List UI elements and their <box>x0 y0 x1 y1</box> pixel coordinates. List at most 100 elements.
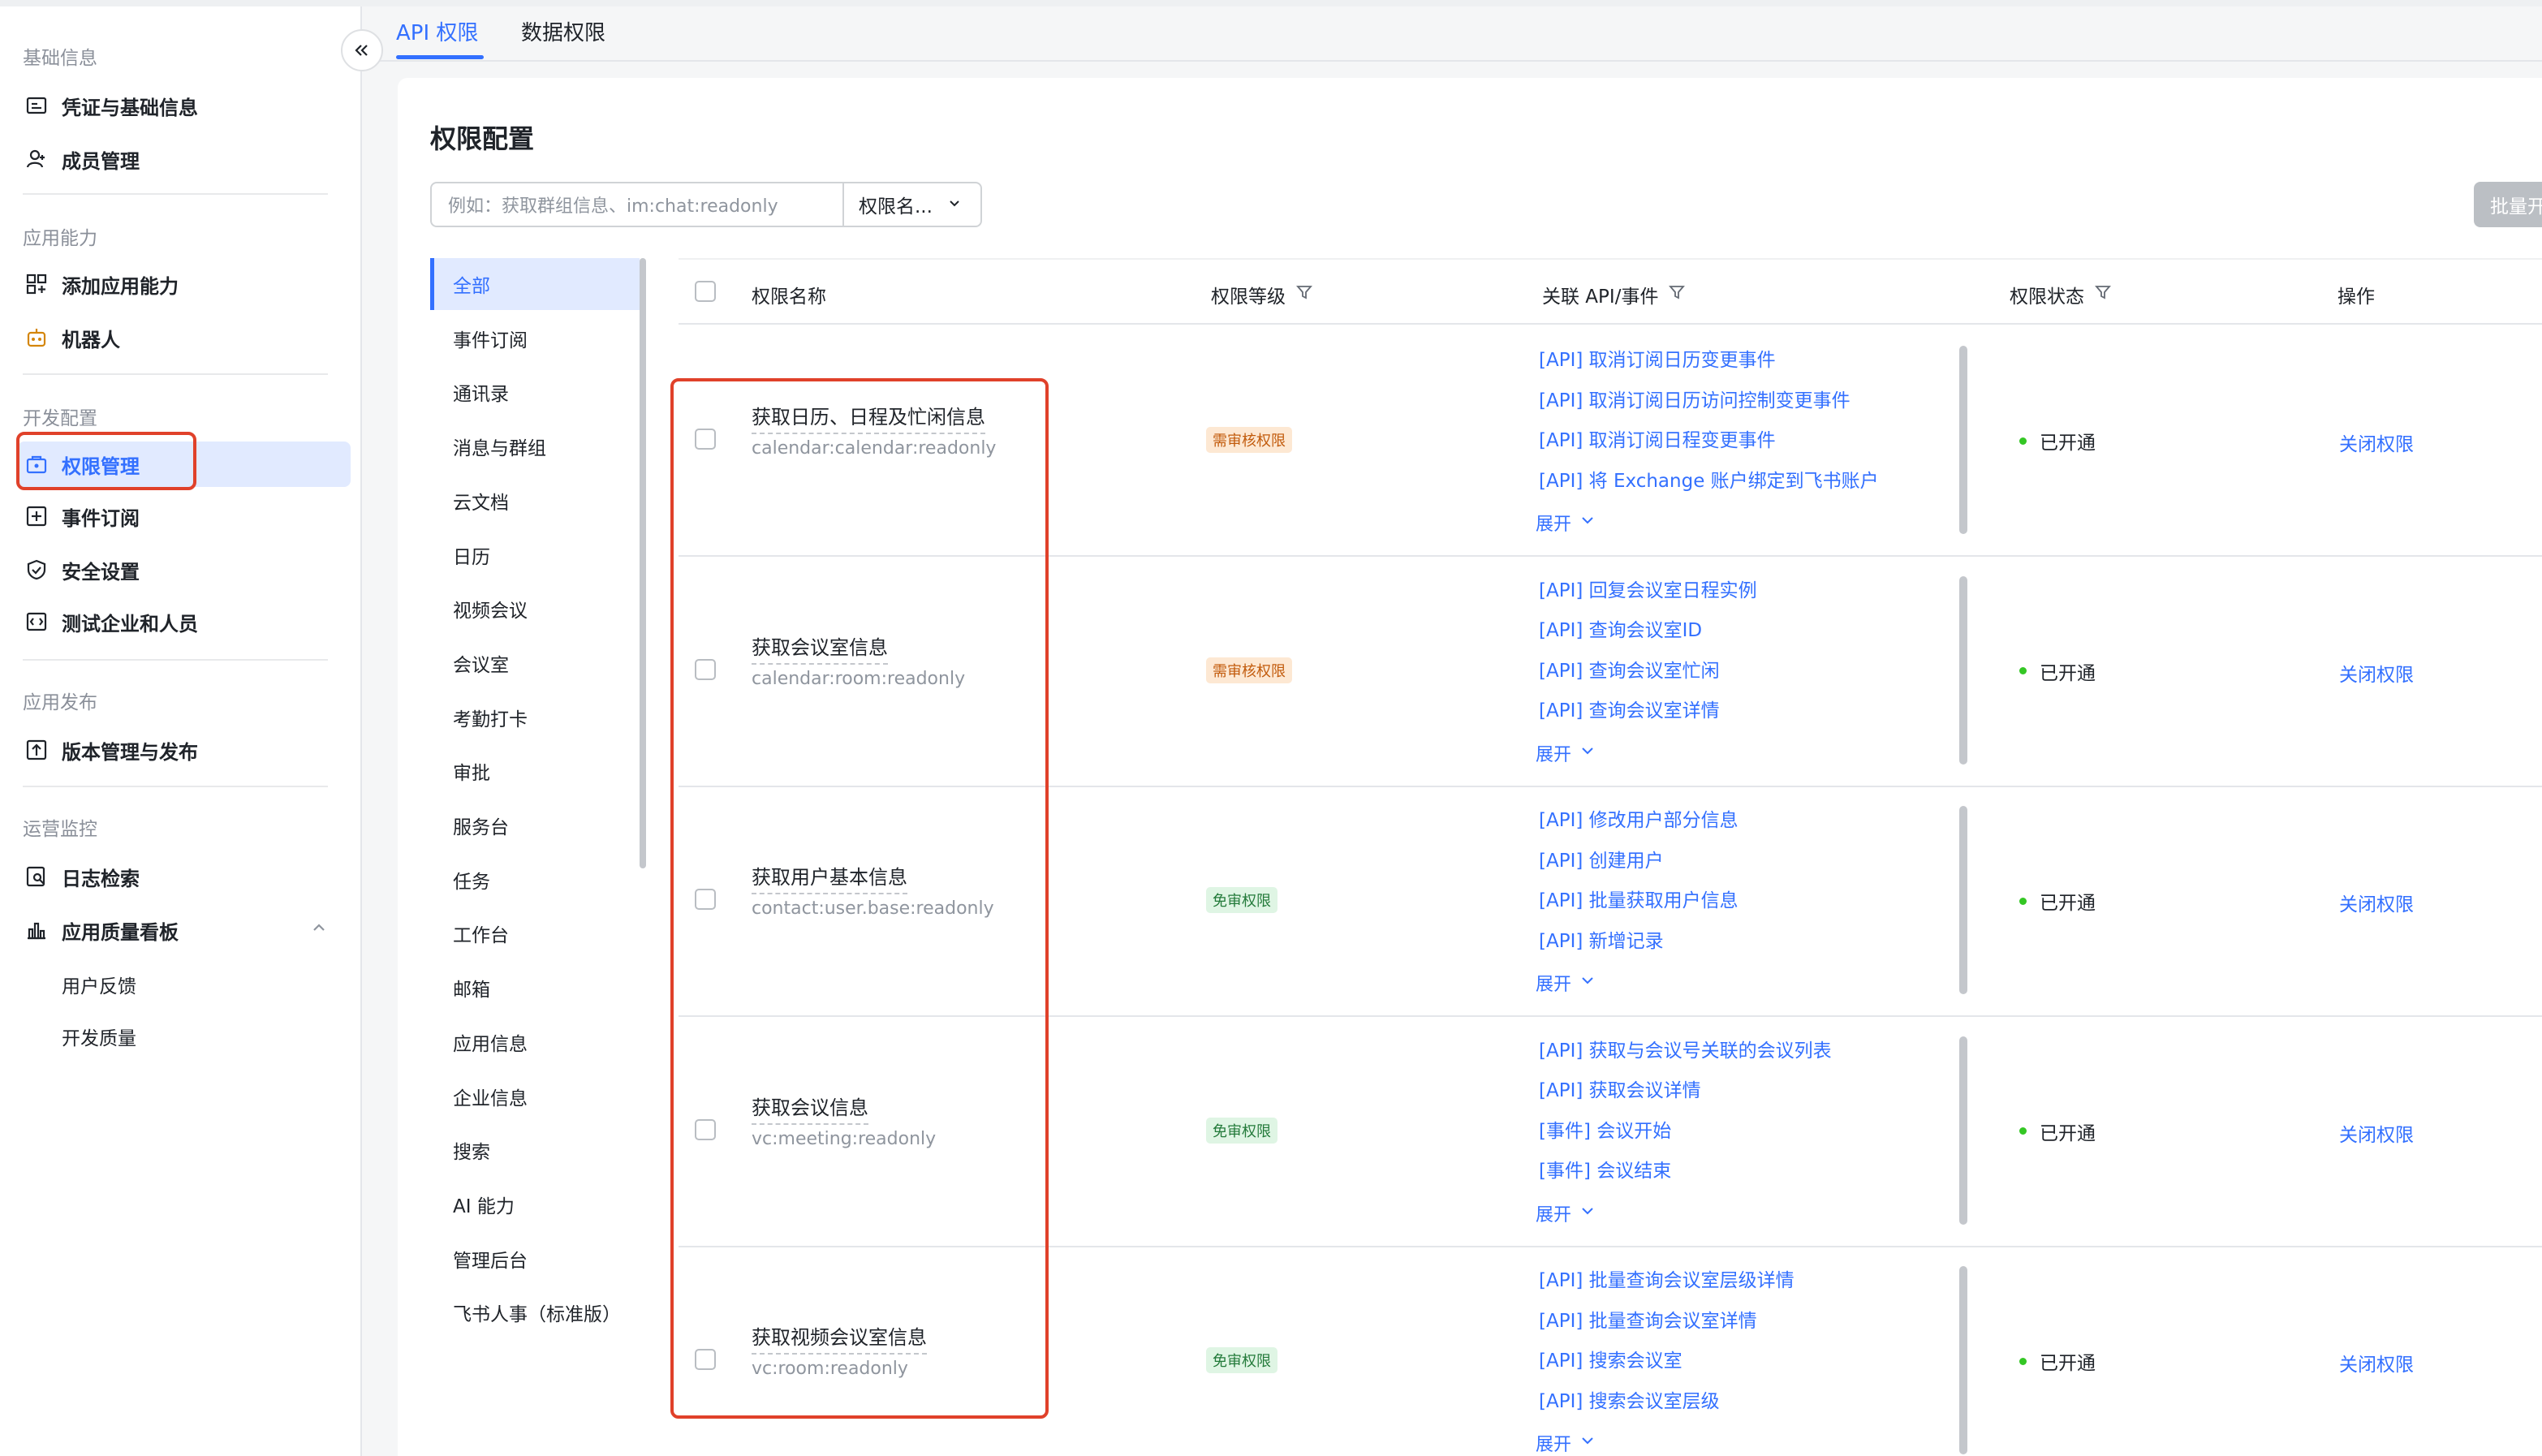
permission-level-badge: 免审权限 <box>1206 887 1277 913</box>
sidebar-item-label: 凭证与基础信息 <box>62 96 198 119</box>
api-link[interactable]: [API] 获取与会议号关联的会议列表 <box>1539 1035 1832 1062</box>
section-title-publish: 应用发布 <box>23 692 97 713</box>
tab-api-permissions[interactable]: API 权限 <box>396 16 478 46</box>
category-item[interactable]: 工作台 <box>430 907 640 959</box>
expand-button[interactable]: 展开 <box>1536 510 1596 536</box>
category-item[interactable]: 邮箱 <box>430 962 640 1014</box>
sidebar-item-members[interactable]: 成员管理 <box>18 136 351 182</box>
api-link[interactable]: [API] 搜索会议室层级 <box>1539 1385 1720 1413</box>
close-permission-button[interactable]: 关闭权限 <box>2339 659 2414 687</box>
divider <box>23 786 328 787</box>
sidebar-item-robot[interactable]: 机器人 <box>18 315 351 360</box>
category-item[interactable]: 搜索 <box>430 1124 640 1176</box>
sidebar-item-log-search[interactable]: 日志检索 <box>18 854 351 899</box>
api-link[interactable]: [事件] 会议结束 <box>1539 1155 1671 1182</box>
filter-icon[interactable] <box>1295 283 1313 306</box>
search-input[interactable]: 例如：获取群组信息、im:chat:readonly <box>430 182 844 227</box>
api-link[interactable]: [API] 查询会议室忙闲 <box>1539 655 1720 683</box>
sidebar-item-credentials[interactable]: 凭证与基础信息 <box>18 83 351 128</box>
sidebar-item-label: 添加应用能力 <box>62 274 179 298</box>
category-item[interactable]: 企业信息 <box>430 1070 640 1122</box>
api-link[interactable]: [API] 取消订阅日历变更事件 <box>1539 344 1776 372</box>
category-item[interactable]: 审批 <box>430 745 640 797</box>
sidebar: 基础信息 凭证与基础信息 成员管理 应用能力 添加应用能力 机器人 开发配置 权… <box>0 0 362 1456</box>
api-link[interactable]: [API] 批量查询会议室层级详情 <box>1539 1264 1794 1292</box>
search-scope-select[interactable]: 权限名... <box>842 182 982 227</box>
chevron-down-icon <box>1579 743 1596 764</box>
status-label: 已开通 <box>2040 893 2096 914</box>
sidebar-subitem-dev-quality[interactable]: 开发质量 <box>62 1023 136 1050</box>
sidebar-item-version[interactable]: 版本管理与发布 <box>18 727 351 773</box>
category-item[interactable]: 事件订阅 <box>430 312 640 364</box>
api-link[interactable]: [API] 创建用户 <box>1539 845 1664 872</box>
column-label: 权限状态 <box>2010 286 2084 308</box>
api-link[interactable]: [事件] 会议开始 <box>1539 1115 1671 1143</box>
category-item[interactable]: 视频会议 <box>430 583 640 635</box>
api-link[interactable]: [API] 回复会议室日程实例 <box>1539 575 1757 602</box>
sidebar-item-quality-board[interactable]: 应用质量看板 <box>18 907 351 953</box>
log-search-icon <box>24 864 49 889</box>
close-permission-button[interactable]: 关闭权限 <box>2339 889 2414 916</box>
api-link[interactable]: [API] 查询会议室ID <box>1539 614 1702 642</box>
close-permission-button[interactable]: 关闭权限 <box>2339 1349 2414 1376</box>
divider <box>23 373 328 375</box>
permission-level-badge: 免审权限 <box>1206 1117 1277 1144</box>
api-list-scrollbar[interactable] <box>1959 1266 1967 1454</box>
api-link[interactable]: [API] 新增记录 <box>1539 925 1664 953</box>
tab-data-permissions[interactable]: 数据权限 <box>521 16 605 46</box>
close-permission-button[interactable]: 关闭权限 <box>2339 1119 2414 1147</box>
chevron-up-icon[interactable] <box>310 919 328 941</box>
api-list-scrollbar[interactable] <box>1959 1036 1967 1225</box>
category-item[interactable]: 日历 <box>430 529 640 581</box>
api-link[interactable]: [API] 将 Exchange 账户绑定到飞书账户 <box>1539 465 1879 493</box>
api-list-scrollbar[interactable] <box>1959 806 1967 994</box>
api-link[interactable]: [API] 搜索会议室 <box>1539 1345 1682 1372</box>
sidebar-item-test-users[interactable]: 测试企业和人员 <box>18 599 351 644</box>
category-item[interactable]: 消息与群组 <box>430 420 640 472</box>
category-item[interactable]: 管理后台 <box>430 1233 640 1285</box>
sidebar-subitem-feedback[interactable]: 用户反馈 <box>62 971 136 998</box>
test-icon <box>24 610 49 634</box>
category-item[interactable]: 通讯录 <box>430 366 640 418</box>
status-label: 已开通 <box>2040 1353 2096 1374</box>
page-title: 权限配置 <box>430 123 535 154</box>
api-list-scrollbar[interactable] <box>1959 346 1967 534</box>
category-item[interactable]: 考勤打卡 <box>430 691 640 743</box>
sidebar-item-add-capability[interactable]: 添加应用能力 <box>18 261 351 307</box>
close-permission-button[interactable]: 关闭权限 <box>2339 429 2414 456</box>
expand-button[interactable]: 展开 <box>1536 1430 1596 1456</box>
api-link[interactable]: [API] 查询会议室详情 <box>1539 695 1720 722</box>
batch-enable-button[interactable]: 批量开 <box>2474 182 2542 227</box>
expand-button[interactable]: 展开 <box>1536 1200 1596 1226</box>
category-item[interactable]: 云文档 <box>430 475 640 527</box>
api-link[interactable]: [API] 批量获取用户信息 <box>1539 885 1738 912</box>
filter-icon[interactable] <box>2094 283 2112 306</box>
column-header-level: 权限等级 <box>1211 281 1313 308</box>
sidebar-item-label: 版本管理与发布 <box>62 740 198 764</box>
sidebar-item-label: 成员管理 <box>62 149 140 173</box>
category-item[interactable]: 飞书人事（标准版） <box>430 1286 640 1338</box>
sidebar-item-events[interactable]: 事件订阅 <box>18 493 351 539</box>
filter-icon[interactable] <box>1668 283 1686 306</box>
category-item[interactable]: 会议室 <box>430 637 640 689</box>
api-link[interactable]: [API] 取消订阅日程变更事件 <box>1539 424 1776 452</box>
status-dot-icon <box>2019 667 2027 674</box>
api-link[interactable]: [API] 取消订阅日历访问控制变更事件 <box>1539 385 1850 412</box>
highlight-annotation <box>670 378 1049 1419</box>
category-item[interactable]: 任务 <box>430 854 640 906</box>
expand-button[interactable]: 展开 <box>1536 740 1596 766</box>
category-item[interactable]: 应用信息 <box>430 1016 640 1068</box>
table-header: 权限名称 权限等级 关联 API/事件 权限状态 操作 <box>679 258 2542 325</box>
collapse-sidebar-button[interactable] <box>341 29 383 71</box>
api-link[interactable]: [API] 修改用户部分信息 <box>1539 804 1738 832</box>
select-all-checkbox[interactable] <box>695 281 716 302</box>
category-scrollbar[interactable] <box>640 258 646 868</box>
category-item[interactable]: 全部 <box>430 258 640 310</box>
api-link[interactable]: [API] 获取会议详情 <box>1539 1075 1701 1102</box>
sidebar-item-security[interactable]: 安全设置 <box>18 547 351 592</box>
category-item[interactable]: AI 能力 <box>430 1178 640 1230</box>
api-list-scrollbar[interactable] <box>1959 575 1967 765</box>
api-link[interactable]: [API] 批量查询会议室详情 <box>1539 1305 1757 1333</box>
category-item[interactable]: 服务台 <box>430 799 640 851</box>
expand-button[interactable]: 展开 <box>1536 970 1596 996</box>
